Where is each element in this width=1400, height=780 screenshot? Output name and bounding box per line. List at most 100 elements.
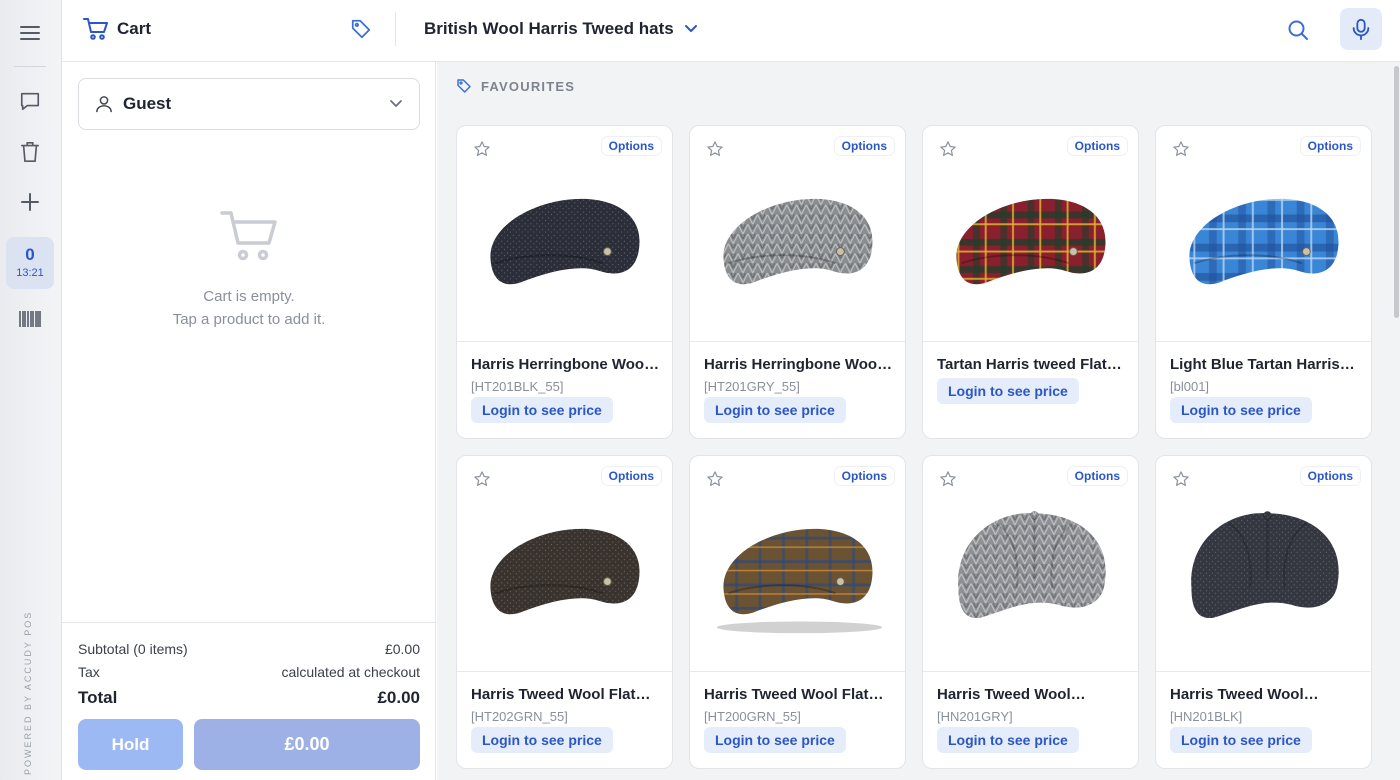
options-badge[interactable]: Options: [1067, 467, 1127, 485]
order-time: 13:21: [16, 267, 44, 279]
empty-cart-line-1: Cart is empty.: [203, 288, 295, 305]
cart-title: Cart: [117, 19, 152, 38]
star-icon[interactable]: [939, 140, 957, 158]
cart-totals: Subtotal (0 items) £0.00 Tax calculated …: [62, 622, 436, 713]
options-badge[interactable]: Options: [1067, 137, 1127, 155]
options-badge[interactable]: Options: [834, 467, 894, 485]
product-name: Harris Herringbone Woo…: [471, 356, 660, 373]
subtotal-value: £0.00: [384, 640, 420, 657]
total-label: Total: [78, 688, 118, 707]
product-card[interactable]: Options Tartan Harris tweed Flat… Login …: [922, 125, 1139, 439]
product-sku: [HT200GRN_55]: [704, 709, 801, 724]
cart-actions: Hold £0.00: [78, 719, 420, 770]
total-value: £0.00: [377, 688, 420, 707]
tax-value: calculated at checkout: [281, 663, 420, 680]
current-order-tile[interactable]: 0 13:21: [6, 237, 54, 289]
product-name: Harris Tweed Wool…: [937, 686, 1086, 703]
login-price-button[interactable]: Login to see price: [471, 727, 613, 753]
star-icon[interactable]: [1172, 470, 1190, 488]
star-icon[interactable]: [1172, 140, 1190, 158]
cart-header: Cart: [83, 17, 151, 41]
login-price-button[interactable]: Login to see price: [937, 727, 1079, 753]
order-count: 0: [25, 245, 35, 264]
chat-icon[interactable]: [17, 88, 43, 114]
login-price-button[interactable]: Login to see price: [704, 727, 846, 753]
product-name: Light Blue Tartan Harris…: [1170, 356, 1355, 373]
category-selector[interactable]: British Wool Harris Tweed hats: [424, 19, 698, 39]
product-sku: [HN201BLK]: [1170, 709, 1243, 724]
hold-button[interactable]: Hold: [78, 719, 183, 770]
search-icon[interactable]: [1284, 16, 1312, 44]
product-image: [457, 456, 672, 672]
options-badge[interactable]: Options: [1300, 467, 1360, 485]
login-price-button[interactable]: Login to see price: [471, 397, 613, 423]
header-divider: [395, 12, 396, 46]
favourites-title: FAVOURITES: [481, 78, 576, 94]
scrollbar-thumb[interactable]: [1394, 66, 1399, 318]
product-image: [923, 126, 1138, 342]
trash-icon[interactable]: [17, 139, 43, 165]
tag-icon: [457, 79, 471, 93]
pay-button[interactable]: £0.00: [194, 719, 420, 770]
star-icon[interactable]: [706, 470, 724, 488]
product-image: [1156, 456, 1371, 672]
star-icon[interactable]: [473, 140, 491, 158]
star-icon[interactable]: [473, 470, 491, 488]
product-sku: [bl001]: [1170, 379, 1210, 394]
product-image: [923, 456, 1138, 672]
customer-selector[interactable]: Guest: [78, 78, 420, 130]
product-card[interactable]: Options Harris Herringbone Woo… [HT201BL…: [456, 125, 673, 439]
product-scrollbar[interactable]: [1392, 62, 1400, 780]
product-card[interactable]: Options Harris Herringbone Woo… [HT201GR…: [689, 125, 906, 439]
login-price-button[interactable]: Login to see price: [704, 397, 846, 423]
product-image: [1156, 126, 1371, 342]
barcode-icon[interactable]: [17, 306, 43, 332]
product-name: Harris Herringbone Woo…: [704, 356, 893, 373]
product-area: FAVOURITES Options Harris Herringbone Wo…: [437, 62, 1400, 780]
login-price-button[interactable]: Login to see price: [1170, 727, 1312, 753]
top-bar: Cart British Wool Harris Tweed hats: [62, 0, 1400, 62]
options-badge[interactable]: Options: [834, 137, 894, 155]
subtotal-row: Subtotal (0 items) £0.00: [78, 637, 420, 660]
favourites-heading: FAVOURITES: [456, 78, 575, 94]
left-rail: 0 13:21 POWERED BY ACCUDY POS: [0, 0, 62, 780]
product-card[interactable]: Options Harris Tweed Wool… [HN201BLK] Lo…: [1155, 455, 1372, 769]
tag-icon[interactable]: [348, 16, 374, 42]
menu-icon[interactable]: [17, 20, 43, 46]
product-image: [457, 126, 672, 342]
product-name: Tartan Harris tweed Flat…: [937, 356, 1122, 373]
add-icon[interactable]: [17, 189, 43, 215]
star-icon[interactable]: [706, 140, 724, 158]
empty-cart-line-2: Tap a product to add it.: [172, 311, 326, 328]
login-price-button[interactable]: Login to see price: [937, 378, 1079, 404]
product-sku: [HT202GRN_55]: [471, 709, 568, 724]
product-card[interactable]: Options Harris Tweed Wool Flat… [HT202GR…: [456, 455, 673, 769]
user-icon: [96, 96, 112, 113]
product-sku: [HT201BLK_55]: [471, 379, 564, 394]
options-badge[interactable]: Options: [1300, 137, 1360, 155]
product-grid: Options Harris Herringbone Woo… [HT201BL…: [456, 125, 1372, 769]
customer-name: Guest: [123, 94, 172, 113]
product-card[interactable]: Options Light Blue Tartan Harris… [bl001…: [1155, 125, 1372, 439]
product-image: [690, 456, 905, 672]
product-card[interactable]: Options Harris Tweed Wool… [HN201GRY] Lo…: [922, 455, 1139, 769]
product-sku: [HN201GRY]: [937, 709, 1013, 724]
star-icon[interactable]: [939, 470, 957, 488]
microphone-icon[interactable]: [1340, 8, 1382, 50]
product-name: Harris Tweed Wool…: [1170, 686, 1319, 703]
category-label: British Wool Harris Tweed hats: [424, 19, 674, 38]
empty-cart-message: Cart is empty. Tap a product to add it.: [62, 207, 436, 331]
tax-label: Tax: [78, 663, 100, 680]
login-price-button[interactable]: Login to see price: [1170, 397, 1312, 423]
cart-panel: Guest Cart is empty. Tap a product to ad…: [62, 62, 436, 780]
cart-icon: [83, 18, 108, 40]
product-card[interactable]: Options Harris Tweed Wool Flat… [HT200GR…: [689, 455, 906, 769]
product-sku: [HT201GRY_55]: [704, 379, 800, 394]
product-name: Harris Tweed Wool Flat…: [471, 686, 651, 703]
rail-divider: [14, 66, 46, 67]
options-badge[interactable]: Options: [601, 137, 661, 155]
empty-cart-icon: [220, 211, 277, 261]
options-badge[interactable]: Options: [601, 467, 661, 485]
total-row: Total £0.00: [78, 683, 420, 713]
chevron-down-icon: [684, 25, 697, 32]
